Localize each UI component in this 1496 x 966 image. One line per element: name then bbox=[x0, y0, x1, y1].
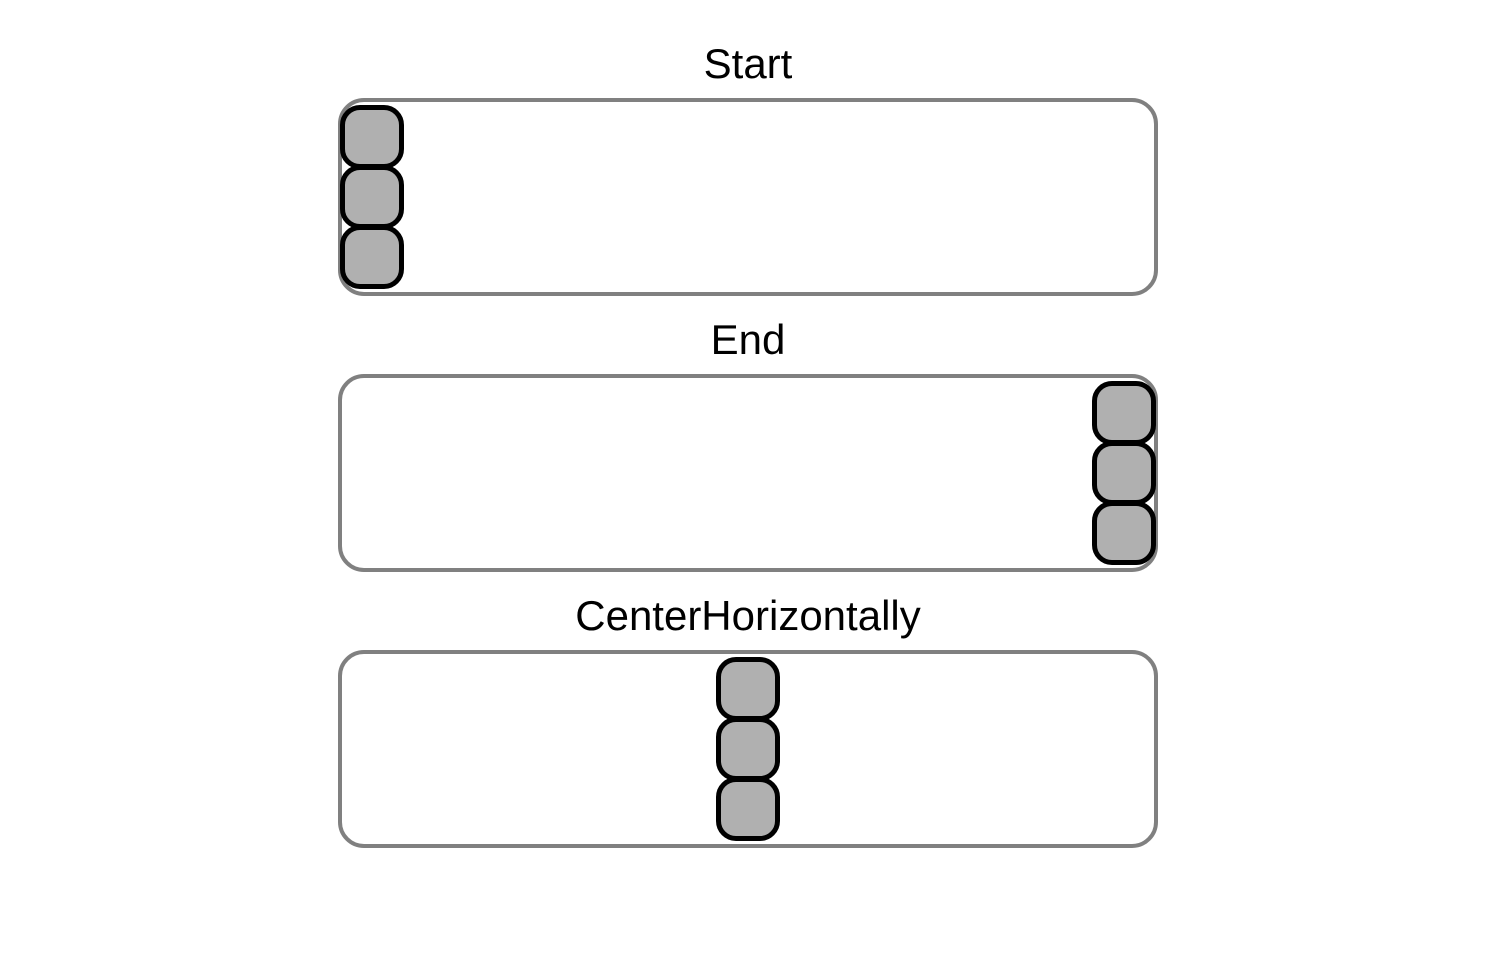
layout-item bbox=[340, 225, 404, 289]
layout-item bbox=[340, 165, 404, 229]
layout-item bbox=[1092, 381, 1156, 445]
layout-item bbox=[716, 657, 780, 721]
container-end bbox=[338, 374, 1158, 572]
container-start bbox=[338, 98, 1158, 296]
alignment-section-center: CenterHorizontally bbox=[338, 592, 1158, 848]
section-label: End bbox=[711, 316, 786, 364]
section-label: CenterHorizontally bbox=[575, 592, 920, 640]
layout-item bbox=[340, 105, 404, 169]
alignment-section-start: Start bbox=[338, 40, 1158, 296]
alignment-section-end: End bbox=[338, 316, 1158, 572]
layout-item bbox=[1092, 501, 1156, 565]
section-label: Start bbox=[704, 40, 793, 88]
layout-item bbox=[1092, 441, 1156, 505]
layout-item bbox=[716, 777, 780, 841]
layout-item bbox=[716, 717, 780, 781]
container-center bbox=[338, 650, 1158, 848]
